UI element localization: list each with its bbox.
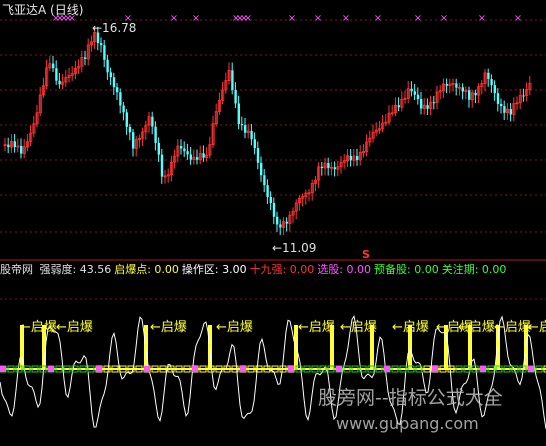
signal-label: ←启爆 xyxy=(20,320,57,335)
zone-block-highlight xyxy=(384,366,390,372)
indicator-chart[interactable]: ←启爆←启爆←启爆←启爆←启爆←启爆←启爆←启爆←启爆←启爆←启爆 xyxy=(0,0,546,446)
zone-block-highlight xyxy=(336,366,342,372)
zone-block-highlight xyxy=(240,366,246,372)
signal-label: ←启爆 xyxy=(56,320,93,335)
watermark-text: 股旁网--指标公式大全 xyxy=(318,387,503,409)
signal-label: ←启爆 xyxy=(150,320,187,335)
signal-label: ←启爆 xyxy=(494,320,531,335)
zone-block-highlight xyxy=(144,366,150,372)
signal-label: ←启爆 xyxy=(340,320,377,335)
signal-label: ←启爆 xyxy=(298,320,335,335)
watermark-url: www.gupang.com xyxy=(336,414,479,433)
zone-block-highlight xyxy=(96,366,102,372)
signal-label: ←启爆 xyxy=(216,320,253,335)
signal-label: ←启爆 xyxy=(458,320,495,335)
signal-label: ←启爆 xyxy=(528,320,546,335)
zone-block-highlight xyxy=(48,366,54,372)
zone-block-highlight xyxy=(288,366,294,372)
zone-block-highlight xyxy=(480,366,486,372)
signal-label: ←启爆 xyxy=(392,320,429,335)
zone-block-highlight xyxy=(192,366,198,372)
zone-block-highlight xyxy=(528,366,534,372)
zone-block-highlight xyxy=(432,366,438,372)
zone-block-highlight xyxy=(0,366,6,372)
chart-window: × × × × × × × × × × × × × × × × × × × × ←16.78 ←11.09 S 飞亚达A (… xyxy=(0,0,546,446)
